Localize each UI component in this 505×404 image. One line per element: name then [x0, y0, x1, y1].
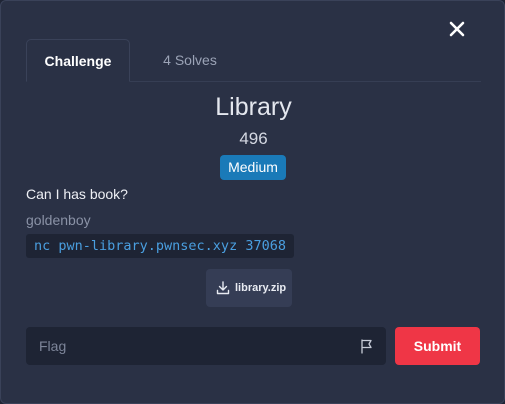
flag-input[interactable] [26, 327, 386, 365]
download-file-button[interactable]: library.zip [206, 269, 292, 307]
submit-button[interactable]: Submit [395, 327, 480, 365]
challenge-title: Library [215, 93, 292, 121]
close-button[interactable] [445, 17, 469, 41]
challenge-description: Can I has book? [26, 186, 128, 202]
tab-challenge[interactable]: Challenge [26, 39, 130, 82]
challenge-points: 496 [239, 129, 268, 148]
close-icon [449, 21, 465, 37]
tab-bar: Challenge 4 Solves [26, 39, 481, 82]
challenge-author: goldenboy [26, 212, 91, 228]
challenge-modal: Challenge 4 Solves Library 496 Medium Ca… [0, 0, 505, 404]
difficulty-badge: Medium [220, 155, 286, 180]
connection-command: nc pwn-library.pwnsec.xyz 37068 [26, 234, 294, 258]
flag-icon [361, 339, 372, 354]
file-name-label: library.zip [235, 282, 287, 294]
download-icon [216, 281, 230, 295]
tab-solves[interactable]: 4 Solves [138, 39, 242, 81]
